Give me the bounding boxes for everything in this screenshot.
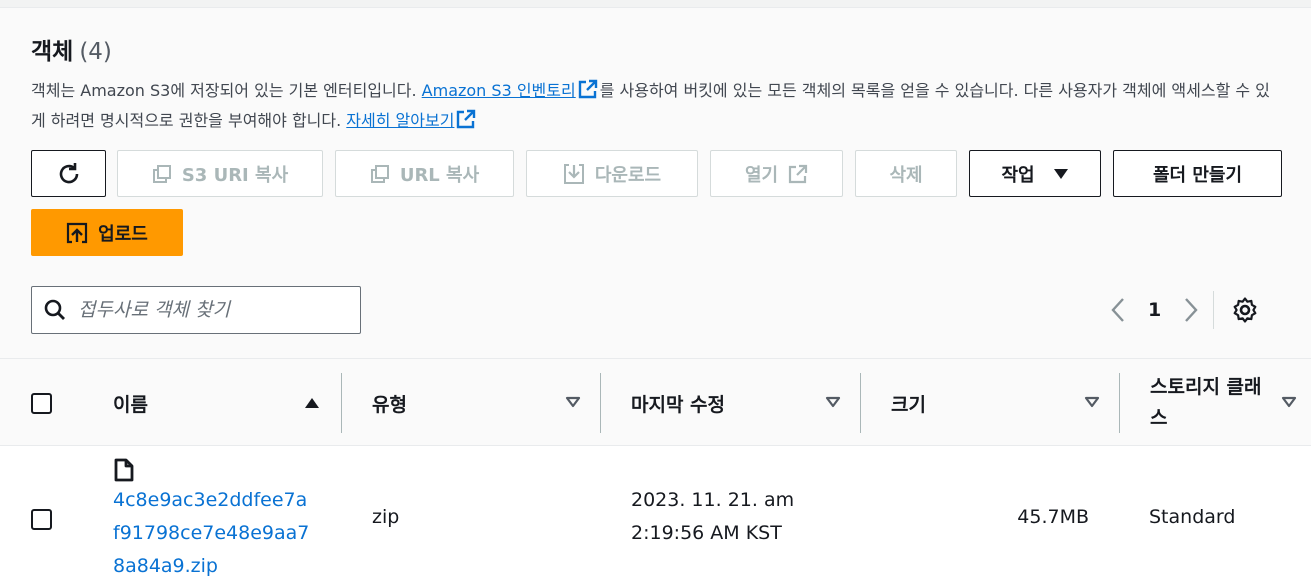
object-storage-class: Standard: [1149, 506, 1236, 528]
table-row: 4c8e9ac3e2ddfee7a f91798ce7e48e9aa7 8a84…: [0, 446, 1311, 580]
column-header-last-modified[interactable]: 마지막 수정: [601, 359, 861, 447]
chevron-left-icon[interactable]: [1110, 297, 1126, 323]
sort-down-icon: [1084, 396, 1100, 408]
search-box[interactable]: [31, 286, 361, 334]
object-name: 4c8e9ac3e2ddfee7a f91798ce7e48e9aa7 8a84…: [113, 484, 333, 580]
open-label: 열기: [744, 164, 779, 186]
copy-icon: [152, 164, 171, 183]
actions-dropdown[interactable]: 작업: [969, 150, 1101, 197]
column-name-label: 이름: [113, 393, 148, 416]
learn-more-link[interactable]: 자세히 알아보기: [346, 111, 454, 130]
actions-label: 작업: [1001, 164, 1035, 186]
settings-icon[interactable]: [1232, 297, 1258, 323]
current-page[interactable]: 1: [1148, 299, 1161, 321]
external-link-icon: [788, 164, 808, 183]
table-header: 이름 유형 마지막 수정 크기 스토리지 클래스: [0, 358, 1311, 446]
object-size: 45.7MB: [1017, 506, 1089, 528]
column-last-modified-label: 마지막 수정: [631, 393, 726, 416]
pagination: 1: [1110, 291, 1258, 329]
sort-up-icon: [305, 398, 319, 408]
chevron-right-icon[interactable]: [1183, 297, 1199, 323]
pager-divider: [1213, 291, 1215, 329]
delete-label: 삭제: [889, 164, 923, 186]
description: 객체는 Amazon S3에 저장되어 있는 기본 엔터티입니다. Amazon…: [31, 76, 1281, 136]
download-icon: [563, 163, 584, 184]
copy-s3-uri-button[interactable]: S3 URI 복사: [117, 150, 323, 197]
top-strip: [0, 0, 1311, 8]
download-label: 다운로드: [594, 164, 662, 186]
object-count: (4): [79, 39, 112, 65]
search-input[interactable]: [78, 299, 338, 321]
sort-down-icon: [565, 396, 581, 408]
object-last-modified: 2023. 11. 21. am 2:19:56 AM KST: [631, 484, 851, 550]
page-title: 객체 (4): [31, 32, 112, 66]
column-size-label: 크기: [891, 393, 926, 416]
file-icon: [114, 458, 134, 482]
last-modified-line1: 2023. 11. 21. am: [631, 489, 795, 511]
object-name-link-line2[interactable]: f91798ce7e48e9aa7: [113, 517, 333, 550]
create-folder-button[interactable]: 폴더 만들기: [1113, 150, 1282, 197]
object-name-link-line3[interactable]: 8a84a9.zip: [113, 550, 333, 580]
column-storage-class-label: 스토리지 클래스: [1150, 376, 1262, 429]
external-link-icon: [578, 79, 597, 99]
copy-url-button[interactable]: URL 복사: [335, 150, 514, 197]
external-link-icon: [457, 109, 476, 129]
upload-label: 업로드: [98, 223, 148, 245]
objects-table: 이름 유형 마지막 수정 크기 스토리지 클래스 4c8e9ac3e2ddfee…: [0, 358, 1311, 580]
column-header-name[interactable]: 이름: [83, 359, 342, 447]
row-checkbox[interactable]: [31, 509, 52, 530]
object-name-link-line1[interactable]: 4c8e9ac3e2ddfee7a: [113, 484, 333, 517]
object-type: zip: [372, 506, 400, 528]
copy-s3-uri-label: S3 URI 복사: [181, 164, 289, 186]
last-modified-line2: 2:19:56 AM KST: [631, 522, 782, 544]
refresh-icon: [59, 162, 78, 183]
copy-url-label: URL 복사: [399, 164, 480, 186]
column-header-storage-class[interactable]: 스토리지 클래스: [1120, 359, 1311, 447]
column-header-type[interactable]: 유형: [342, 359, 601, 447]
column-header-size[interactable]: 크기: [861, 359, 1120, 447]
refresh-button[interactable]: [31, 150, 106, 197]
upload-icon: [67, 222, 88, 243]
search-icon: [44, 299, 65, 320]
sort-down-icon: [1281, 396, 1297, 408]
select-all-checkbox[interactable]: [31, 393, 52, 414]
caret-down-icon: [1053, 168, 1068, 179]
open-button[interactable]: 열기: [710, 150, 843, 197]
upload-button[interactable]: 업로드: [31, 209, 183, 256]
download-button[interactable]: 다운로드: [526, 150, 698, 197]
delete-button[interactable]: 삭제: [855, 150, 957, 197]
inventory-link[interactable]: Amazon S3 인벤토리: [422, 81, 576, 100]
create-folder-label: 폴더 만들기: [1152, 164, 1243, 186]
title-text: 객체: [31, 39, 74, 65]
sort-down-icon: [825, 396, 841, 408]
column-type-label: 유형: [372, 393, 407, 416]
copy-icon: [370, 164, 389, 183]
description-text-1: 객체는 Amazon S3에 저장되어 있는 기본 엔터티입니다.: [31, 81, 422, 100]
